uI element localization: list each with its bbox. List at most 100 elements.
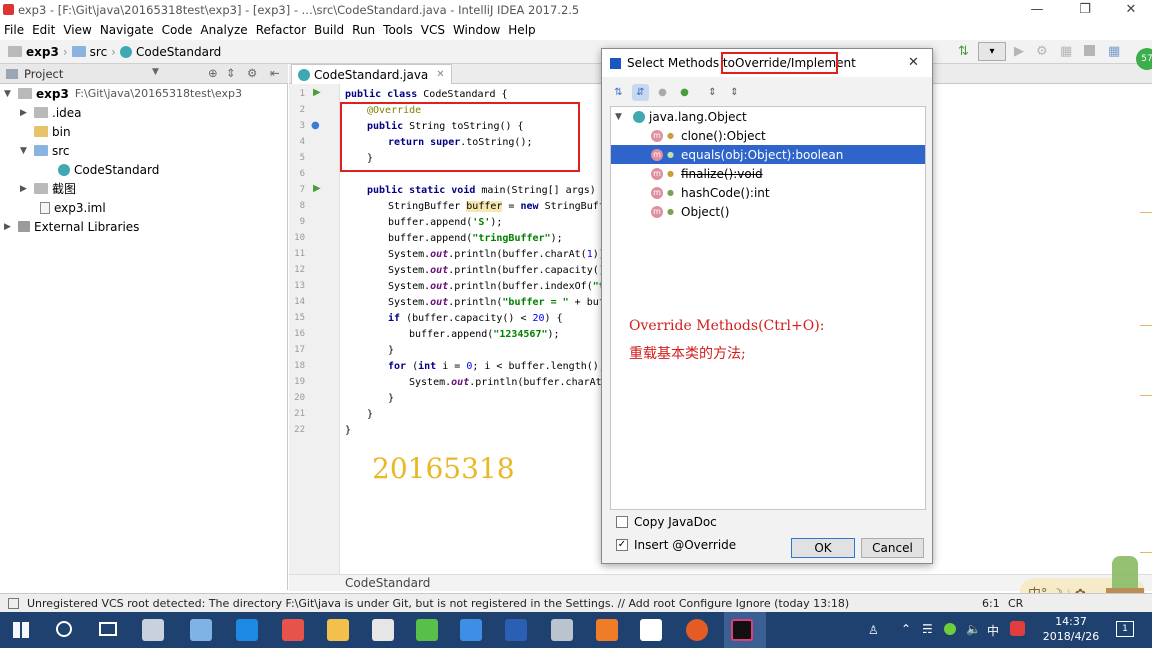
close-tab-icon[interactable]: ✕ xyxy=(436,69,444,80)
tray-app-icon[interactable] xyxy=(944,623,956,635)
build-icon[interactable]: ⇅ xyxy=(958,44,974,60)
breadcrumb-file[interactable]: CodeStandard xyxy=(119,45,221,59)
app-icon[interactable] xyxy=(282,619,304,641)
menu-window[interactable]: Window xyxy=(453,23,500,37)
stop-icon[interactable] xyxy=(1084,45,1095,56)
collapse-icon[interactable]: ⇕ xyxy=(226,66,236,80)
error-stripe-mark[interactable] xyxy=(1140,395,1152,396)
method-row-equals[interactable]: m ● equals(obj:Object):boolean xyxy=(611,145,925,164)
app-icon[interactable] xyxy=(142,619,164,641)
maximize-icon[interactable]: ❐ xyxy=(1062,0,1108,20)
sogou-icon[interactable] xyxy=(1010,621,1025,636)
menu-tools[interactable]: Tools xyxy=(383,23,413,37)
people-icon[interactable]: ♙ xyxy=(868,623,879,637)
run-icon[interactable]: ▶ xyxy=(1014,44,1024,59)
project-panel-title[interactable]: Project xyxy=(24,67,63,81)
tree-item-bin[interactable]: bin xyxy=(34,122,71,141)
ime-indicator[interactable]: 中 xyxy=(987,622,999,639)
close-window-icon[interactable]: ✕ xyxy=(1108,0,1152,20)
line-separator[interactable]: CR xyxy=(1008,597,1023,610)
method-row-object[interactable]: m ● Object() xyxy=(611,202,925,221)
start-icon[interactable] xyxy=(13,622,29,638)
chevron-down-icon[interactable]: ▼ xyxy=(152,67,159,77)
menu-code[interactable]: Code xyxy=(162,23,193,37)
caret-position[interactable]: 6:1 xyxy=(982,597,1000,610)
run-main-icon[interactable]: ▶ xyxy=(313,183,321,194)
minimize-icon[interactable]: — xyxy=(1014,0,1060,20)
project-structure-icon[interactable]: ▦ xyxy=(1108,44,1120,59)
wechat-icon[interactable] xyxy=(416,619,438,641)
app-icon[interactable] xyxy=(460,619,482,641)
expand-all-icon[interactable]: ⇕ xyxy=(704,84,721,101)
list-item-java-lang-object[interactable]: ▼ java.lang.Object xyxy=(611,107,925,126)
method-row-finalize[interactable]: m ● finalize():void xyxy=(611,164,925,183)
error-stripe-mark[interactable] xyxy=(1140,552,1152,553)
tree-item-codestandard[interactable]: CodeStandard xyxy=(58,160,159,179)
menu-refactor[interactable]: Refactor xyxy=(256,23,306,37)
copy-javadoc-checkbox[interactable]: Copy JavaDoc xyxy=(616,515,717,529)
menu-help[interactable]: Help xyxy=(508,23,535,37)
method-row-clone[interactable]: m ● clone():Object xyxy=(611,126,925,145)
intellij-icon[interactable] xyxy=(731,619,753,641)
app-icon[interactable] xyxy=(551,619,573,641)
debug-icon[interactable]: ⚙ xyxy=(1036,44,1048,59)
line-number: 6 xyxy=(299,169,305,179)
override-marker-icon[interactable]: ● xyxy=(311,120,320,131)
method-row-hashcode[interactable]: m ● hashCode():int xyxy=(611,183,925,202)
tab-codestandard[interactable]: CodeStandard.java ✕ xyxy=(291,64,452,84)
tree-item-external-libraries[interactable]: ▶ External Libraries xyxy=(4,217,139,236)
word-icon[interactable] xyxy=(505,619,527,641)
gear-icon[interactable]: ⚙ xyxy=(247,66,257,80)
menu-view[interactable]: View xyxy=(63,23,91,37)
volume-icon[interactable]: 🔈 xyxy=(966,622,981,636)
app-icon[interactable] xyxy=(190,619,212,641)
sort-alpha-icon[interactable]: ⇅ xyxy=(610,84,627,101)
tree-item-idea[interactable]: ▶ .idea xyxy=(20,103,82,122)
insert-override-checkbox[interactable]: ✓ Insert @Override xyxy=(616,538,736,552)
collapse-all-icon[interactable]: ⇕ xyxy=(726,84,743,101)
toggle-tool-windows-icon[interactable] xyxy=(8,597,19,609)
chevron-up-icon[interactable]: ⌃ xyxy=(901,622,911,636)
error-stripe-mark[interactable] xyxy=(1140,212,1152,213)
side-badge[interactable]: 57 xyxy=(1136,48,1152,70)
hide-panel-icon[interactable]: ⇤ xyxy=(270,66,280,80)
status-message[interactable]: Unregistered VCS root detected: The dire… xyxy=(27,597,849,610)
folder-icon xyxy=(34,107,48,118)
run-config-dropdown[interactable]: ▾ xyxy=(978,42,1006,61)
tree-item-screenshots[interactable]: ▶ 截图 xyxy=(20,179,76,198)
edge-icon[interactable] xyxy=(236,619,258,641)
network-icon[interactable]: ☴ xyxy=(922,622,933,636)
ok-button[interactable]: OK xyxy=(791,538,855,558)
tree-item-root[interactable]: ▼ exp3 F:\Git\java\20165318test\exp3 xyxy=(4,84,242,103)
tree-item-src[interactable]: ▼ src xyxy=(20,141,70,160)
file-explorer-icon[interactable] xyxy=(327,619,349,641)
run-class-icon[interactable]: ▶ xyxy=(313,87,321,98)
menu-build[interactable]: Build xyxy=(314,23,344,37)
mail-icon[interactable] xyxy=(640,619,662,641)
close-dialog-icon[interactable]: ✕ xyxy=(908,55,919,70)
menu-analyze[interactable]: Analyze xyxy=(200,23,247,37)
search-icon[interactable] xyxy=(56,621,72,637)
breadcrumb-project[interactable]: exp3 xyxy=(8,45,59,59)
error-stripe-mark[interactable] xyxy=(1140,325,1152,326)
editor-breadcrumb-label[interactable]: CodeStandard xyxy=(345,576,430,590)
coverage-icon[interactable]: ▦ xyxy=(1060,44,1072,59)
clock[interactable]: 14:37 2018/4/26 xyxy=(1042,614,1100,644)
app-icon[interactable] xyxy=(372,619,394,641)
menu-edit[interactable]: Edit xyxy=(32,23,55,37)
ubuntu-icon[interactable] xyxy=(686,619,708,641)
notification-icon[interactable]: 1 xyxy=(1116,621,1134,637)
task-view-icon[interactable] xyxy=(99,622,117,636)
menu-navigate[interactable]: Navigate xyxy=(100,23,154,37)
show-interfaces-icon[interactable]: ● xyxy=(676,84,693,101)
tree-item-iml[interactable]: exp3.iml xyxy=(40,198,106,217)
cancel-button[interactable]: Cancel xyxy=(861,538,924,558)
menu-run[interactable]: Run xyxy=(352,23,375,37)
breadcrumb-folder[interactable]: src xyxy=(71,45,107,59)
firefox-icon[interactable] xyxy=(596,619,618,641)
menu-file[interactable]: File xyxy=(4,23,24,37)
show-fields-icon[interactable]: ● xyxy=(654,84,671,101)
locate-icon[interactable]: ⊕ xyxy=(208,66,218,80)
menu-vcs[interactable]: VCS xyxy=(421,23,445,37)
sort-visibility-icon[interactable]: ⇵ xyxy=(632,83,649,101)
